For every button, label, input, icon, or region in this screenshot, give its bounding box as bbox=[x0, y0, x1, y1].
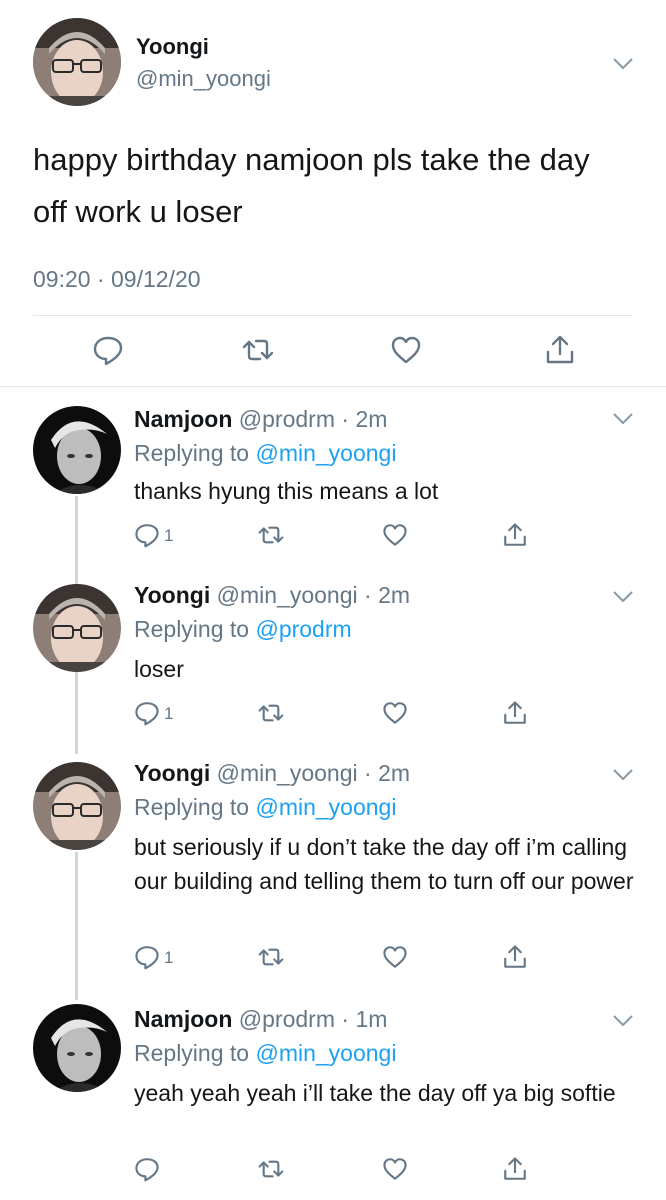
reply-actions: 1 bbox=[0, 944, 666, 974]
like-icon[interactable] bbox=[382, 700, 408, 726]
replying-to: Replying to @min_yoongi bbox=[134, 1040, 396, 1067]
share-icon[interactable] bbox=[502, 944, 528, 970]
author-name[interactable]: Yoongi bbox=[134, 582, 210, 608]
avatar-namjoon[interactable] bbox=[33, 406, 121, 494]
main-tweet: Yoongi @min_yoongi happy birthday namjoo… bbox=[0, 0, 666, 388]
tweet-timestamp[interactable]: 09:20 · 09/12/20 bbox=[33, 266, 201, 293]
like-icon[interactable] bbox=[390, 334, 422, 366]
chevron-down-icon[interactable] bbox=[612, 1014, 634, 1028]
reply-text: yeah yeah yeah i’ll take the day off ya … bbox=[134, 1080, 616, 1106]
reply-header: Namjoon @prodrm · 1m bbox=[134, 1006, 388, 1032]
avatar-yoongi[interactable] bbox=[33, 584, 121, 672]
avatar-namjoon[interactable] bbox=[33, 1004, 121, 1092]
reply-actions bbox=[0, 1156, 666, 1186]
reply-header: Yoongi @min_yoongi · 2m bbox=[134, 760, 411, 786]
reply-icon[interactable] bbox=[134, 700, 160, 726]
reply-time[interactable]: 2m bbox=[378, 760, 410, 786]
chevron-down-icon[interactable] bbox=[612, 590, 634, 604]
replying-to: Replying to @min_yoongi bbox=[134, 794, 396, 821]
mention-link[interactable]: @min_yoongi bbox=[255, 440, 396, 466]
reply-icon[interactable] bbox=[134, 522, 160, 548]
share-icon[interactable] bbox=[502, 1156, 528, 1182]
reply-time[interactable]: 2m bbox=[355, 406, 387, 432]
replying-to: Replying to @min_yoongi bbox=[134, 440, 396, 467]
retweet-icon[interactable] bbox=[258, 1156, 284, 1182]
reply-count: 1 bbox=[164, 526, 174, 545]
reply-header: Namjoon @prodrm · 2m bbox=[134, 406, 388, 432]
share-icon[interactable] bbox=[502, 522, 528, 548]
reply-tweet: Namjoon @prodrm · 1m Replying to @min_yo… bbox=[0, 990, 666, 1200]
like-icon[interactable] bbox=[382, 944, 408, 970]
chevron-down-icon[interactable] bbox=[612, 412, 634, 426]
reply-tweet: Yoongi @min_yoongi · 2m Replying to @min… bbox=[0, 744, 666, 990]
chevron-down-icon[interactable] bbox=[612, 57, 634, 71]
tweet-text: happy birthday namjoon pls take the day … bbox=[33, 142, 590, 229]
tweet-actions bbox=[0, 334, 666, 374]
author-name[interactable]: Yoongi bbox=[136, 34, 209, 60]
reply-tweet: Yoongi @min_yoongi · 2m Replying to @pro… bbox=[0, 566, 666, 744]
share-icon[interactable] bbox=[502, 700, 528, 726]
reply-time[interactable]: 1m bbox=[355, 1006, 387, 1032]
author-handle[interactable]: @prodrm bbox=[239, 406, 335, 432]
author-name[interactable]: Namjoon bbox=[134, 1006, 232, 1032]
reply-icon[interactable] bbox=[134, 1156, 160, 1182]
like-icon[interactable] bbox=[382, 522, 408, 548]
retweet-icon[interactable] bbox=[258, 522, 284, 548]
retweet-icon[interactable] bbox=[258, 700, 284, 726]
mention-link[interactable]: @min_yoongi bbox=[255, 1040, 396, 1066]
retweet-icon[interactable] bbox=[258, 944, 284, 970]
replying-to: Replying to @prodrm bbox=[134, 616, 352, 643]
reply-tweet: Namjoon @prodrm · 2m Replying to @min_yo… bbox=[0, 388, 666, 566]
reply-actions: 1 bbox=[0, 700, 666, 730]
author-handle[interactable]: @min_yoongi bbox=[136, 66, 271, 92]
retweet-icon[interactable] bbox=[242, 334, 274, 366]
reply-actions: 1 bbox=[0, 522, 666, 552]
author-name[interactable]: Namjoon bbox=[134, 406, 232, 432]
reply-count: 1 bbox=[164, 704, 174, 723]
reply-count: 1 bbox=[164, 948, 174, 967]
reply-header: Yoongi @min_yoongi · 2m bbox=[134, 582, 411, 608]
replying-label: Replying to bbox=[134, 794, 256, 820]
reply-icon[interactable] bbox=[92, 334, 124, 366]
author-handle[interactable]: @min_yoongi bbox=[217, 582, 358, 608]
mention-link[interactable]: @min_yoongi bbox=[255, 794, 396, 820]
author-handle[interactable]: @prodrm bbox=[239, 1006, 335, 1032]
reply-text: loser bbox=[134, 656, 184, 682]
author-handle[interactable]: @min_yoongi bbox=[217, 760, 358, 786]
like-icon[interactable] bbox=[382, 1156, 408, 1182]
author-name[interactable]: Yoongi bbox=[134, 760, 210, 786]
avatar-yoongi[interactable] bbox=[33, 18, 121, 106]
reply-time[interactable]: 2m bbox=[378, 582, 410, 608]
reply-text: thanks hyung this means a lot bbox=[134, 478, 439, 504]
avatar-yoongi[interactable] bbox=[33, 762, 121, 850]
reply-icon[interactable] bbox=[134, 944, 160, 970]
replying-label: Replying to bbox=[134, 616, 256, 642]
replying-label: Replying to bbox=[134, 1040, 256, 1066]
share-icon[interactable] bbox=[544, 334, 576, 366]
reply-text: but seriously if u don’t take the day of… bbox=[134, 834, 634, 894]
divider bbox=[33, 315, 633, 316]
mention-link[interactable]: @prodrm bbox=[255, 616, 351, 642]
replying-label: Replying to bbox=[134, 440, 256, 466]
divider bbox=[0, 386, 666, 387]
chevron-down-icon[interactable] bbox=[612, 768, 634, 782]
